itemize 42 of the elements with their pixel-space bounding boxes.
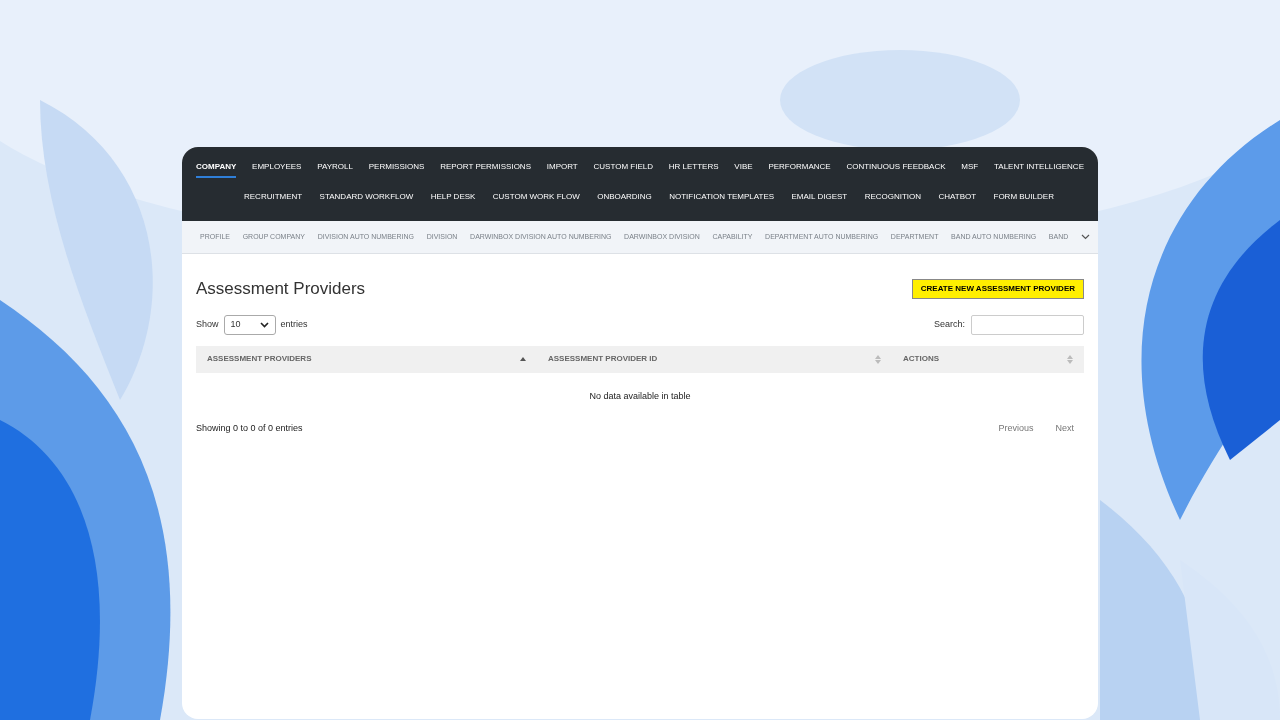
nav-tab[interactable]: EMAIL DIGEST [791, 190, 848, 208]
nav-tab[interactable]: CHATBOT [938, 190, 977, 208]
nav-tab[interactable]: VIBE [734, 160, 753, 178]
nav-tab[interactable]: REPORT PERMISSIONS [440, 160, 531, 178]
nav-tab[interactable]: EMPLOYEES [252, 160, 302, 178]
nav-tab[interactable]: CUSTOM FIELD [593, 160, 653, 178]
nav-tab[interactable]: FORM BUILDER [993, 190, 1054, 208]
nav-tab[interactable]: RECOGNITION [864, 190, 922, 208]
entries-select[interactable]: 10 [223, 314, 276, 335]
column-header[interactable]: ASSESSMENT PROVIDERS [207, 353, 312, 365]
show-label: Show [196, 317, 219, 331]
nav-tab[interactable]: ONBOARDING [597, 190, 652, 208]
table-info: Showing 0 to 0 of 0 entries [196, 421, 303, 435]
nav-tab[interactable]: PERFORMANCE [768, 160, 831, 178]
next-button[interactable]: Next [1055, 421, 1074, 435]
nav-tab[interactable]: MSF [961, 160, 979, 178]
nav-tab[interactable]: HR LETTERS [668, 160, 719, 178]
column-header[interactable]: ASSESSMENT PROVIDER ID [548, 353, 658, 365]
entries-label: entries [280, 317, 308, 331]
page-title: Assessment Providers [196, 278, 366, 300]
nav-tab[interactable]: RECRUITMENT [244, 190, 303, 208]
sort-icon[interactable] [875, 354, 881, 364]
sort-ascending-icon[interactable] [520, 357, 526, 361]
nav-tab[interactable]: PAYROLL [317, 160, 353, 178]
sort-icon[interactable] [1067, 354, 1073, 364]
nav-tab[interactable]: HELP DESK [430, 190, 476, 208]
nav-tab[interactable]: CUSTOM WORK FLOW [492, 190, 580, 208]
nav-tab[interactable]: PERMISSIONS [368, 160, 425, 178]
column-header[interactable]: ACTIONS [903, 353, 939, 365]
chevron-down-icon [259, 321, 269, 328]
nav-tab[interactable]: CONTINUOUS FEEDBACK [846, 160, 946, 178]
chevron-down-icon[interactable] [1080, 234, 1090, 240]
nav-tab[interactable]: IMPORT [546, 160, 578, 178]
nav-tab[interactable]: STANDARD WORKFLOW [319, 190, 414, 208]
create-button[interactable]: CREATE NEW ASSESSMENT PROVIDER [911, 278, 1084, 299]
empty-message: No data available in table [589, 390, 691, 404]
search-label: Search: [933, 317, 965, 331]
nav-tab[interactable]: COMPANY [196, 160, 237, 178]
nav-tab[interactable]: TALENT INTELLIGENCE [994, 160, 1084, 178]
previous-button[interactable]: Previous [998, 421, 1034, 435]
nav-tab[interactable]: NOTIFICATION TEMPLATES [669, 190, 775, 208]
search-field[interactable] [971, 314, 1084, 335]
